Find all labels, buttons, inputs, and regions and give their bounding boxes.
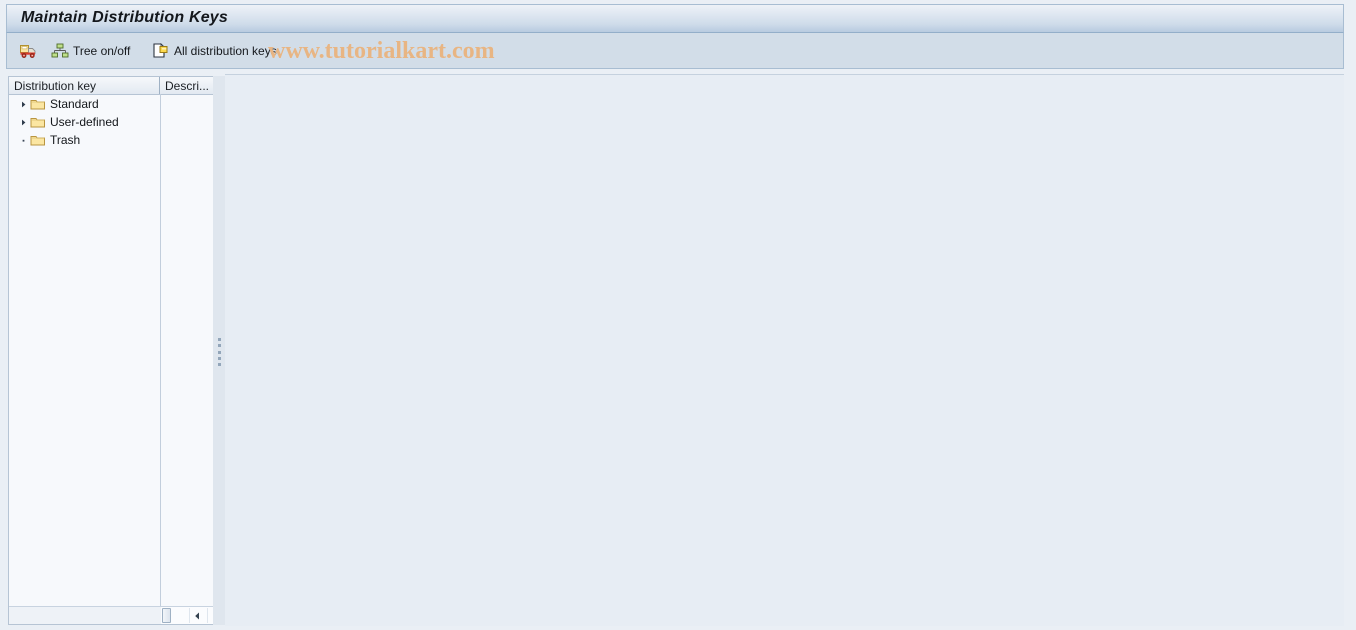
scroll-left-icon[interactable] [189,608,205,623]
tree-column-divider [160,94,161,608]
watermark-text: www.tutorialkart.com [268,38,495,64]
page-title: Maintain Distribution Keys [21,9,228,26]
scrollbar-thumb[interactable] [162,608,171,623]
copy-documents-icon [152,42,170,60]
tree-node-standard[interactable]: Standard [9,95,219,113]
column-description[interactable]: Descri... [160,77,219,94]
folder-icon [30,134,46,147]
tree-node-list: Standard User-defined Trash [9,95,219,149]
all-distribution-keys-button-label: All distribution keys [174,44,277,58]
tree-node-user-defined[interactable]: User-defined [9,113,219,131]
tree-node-label: User-defined [50,115,119,129]
tree-node-label: Standard [50,97,99,111]
application-toolbar: Tree on/off All distribution keys [6,33,1344,69]
all-distribution-keys-button[interactable]: All distribution keys [148,37,281,65]
tree-node-label: Trash [50,133,81,147]
tree-on-off-button[interactable]: Tree on/off [47,37,134,65]
delivery-truck-button[interactable] [15,37,45,65]
folder-icon [30,98,46,111]
tree-node-trash[interactable]: Trash [9,131,219,149]
tree-on-off-button-label: Tree on/off [73,44,131,58]
window-title-bar: Maintain Distribution Keys [6,4,1344,33]
column-distribution-key[interactable]: Distribution key [9,77,160,94]
expand-arrow-icon[interactable] [17,116,30,129]
detail-content-pane [225,74,1344,626]
splitter-grip-dots [218,338,221,366]
distribution-key-tree-panel: Distribution key Descri... Standard User… [8,76,223,625]
hierarchy-tree-icon [51,42,69,60]
folder-icon [30,116,46,129]
tree-column-header-row: Distribution key Descri... [9,77,219,95]
expand-arrow-icon[interactable] [17,98,30,111]
truck-icon [19,42,37,60]
sap-application-window: Maintain Distribution Keys Tree on/off A… [0,0,1356,630]
tree-horizontal-scrollbar[interactable] [9,606,223,624]
leaf-node-dot-icon [17,134,30,147]
panel-splitter-handle[interactable] [213,76,225,625]
